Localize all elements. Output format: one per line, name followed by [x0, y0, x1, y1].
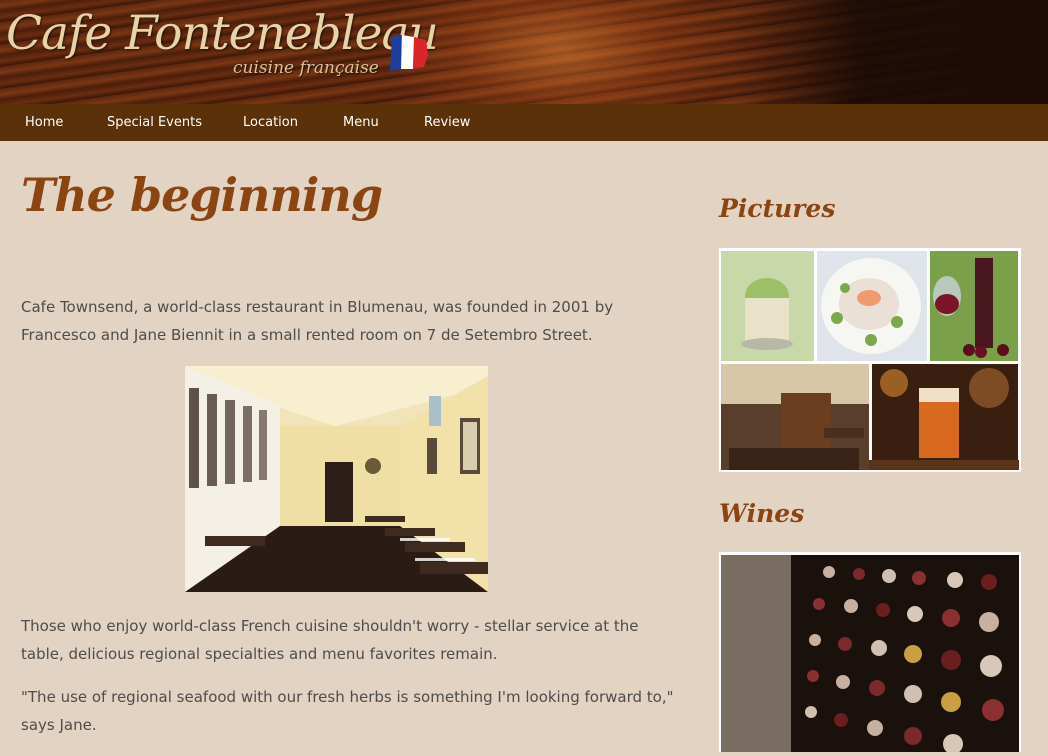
food-collage-image: [721, 251, 1019, 470]
french-flag-icon: [390, 35, 428, 71]
nav-special-events[interactable]: Special Events: [107, 104, 202, 141]
nav-location[interactable]: Location: [243, 104, 298, 141]
nav-menu[interactable]: Menu: [343, 104, 379, 141]
nav-review[interactable]: Review: [424, 104, 470, 141]
page-title: The beginning: [21, 168, 383, 222]
wines-heading: Wines: [719, 499, 805, 528]
pictures-heading: Pictures: [719, 194, 836, 223]
site-header: Cafe Fontenebleau cuisine française: [0, 0, 1048, 104]
intro-paragraph: Cafe Townsend, a world-class restaurant …: [21, 298, 614, 344]
quote-paragraph: "The use of regional seafood with our fr…: [21, 688, 674, 734]
wines-image-frame[interactable]: [719, 552, 1021, 754]
site-logo-subtitle: cuisine française: [233, 58, 379, 78]
pictures-gallery[interactable]: [719, 248, 1021, 472]
site-logo-title[interactable]: Cafe Fontenebleau: [6, 6, 439, 61]
nav-home[interactable]: Home: [25, 104, 63, 141]
wine-cellar-image: [721, 555, 1019, 754]
cuisine-paragraph: Those who enjoy world-class French cuisi…: [21, 617, 639, 663]
main-nav: Home Special Events Location Menu Review: [0, 104, 1048, 141]
restaurant-interior-photo: [185, 366, 488, 592]
